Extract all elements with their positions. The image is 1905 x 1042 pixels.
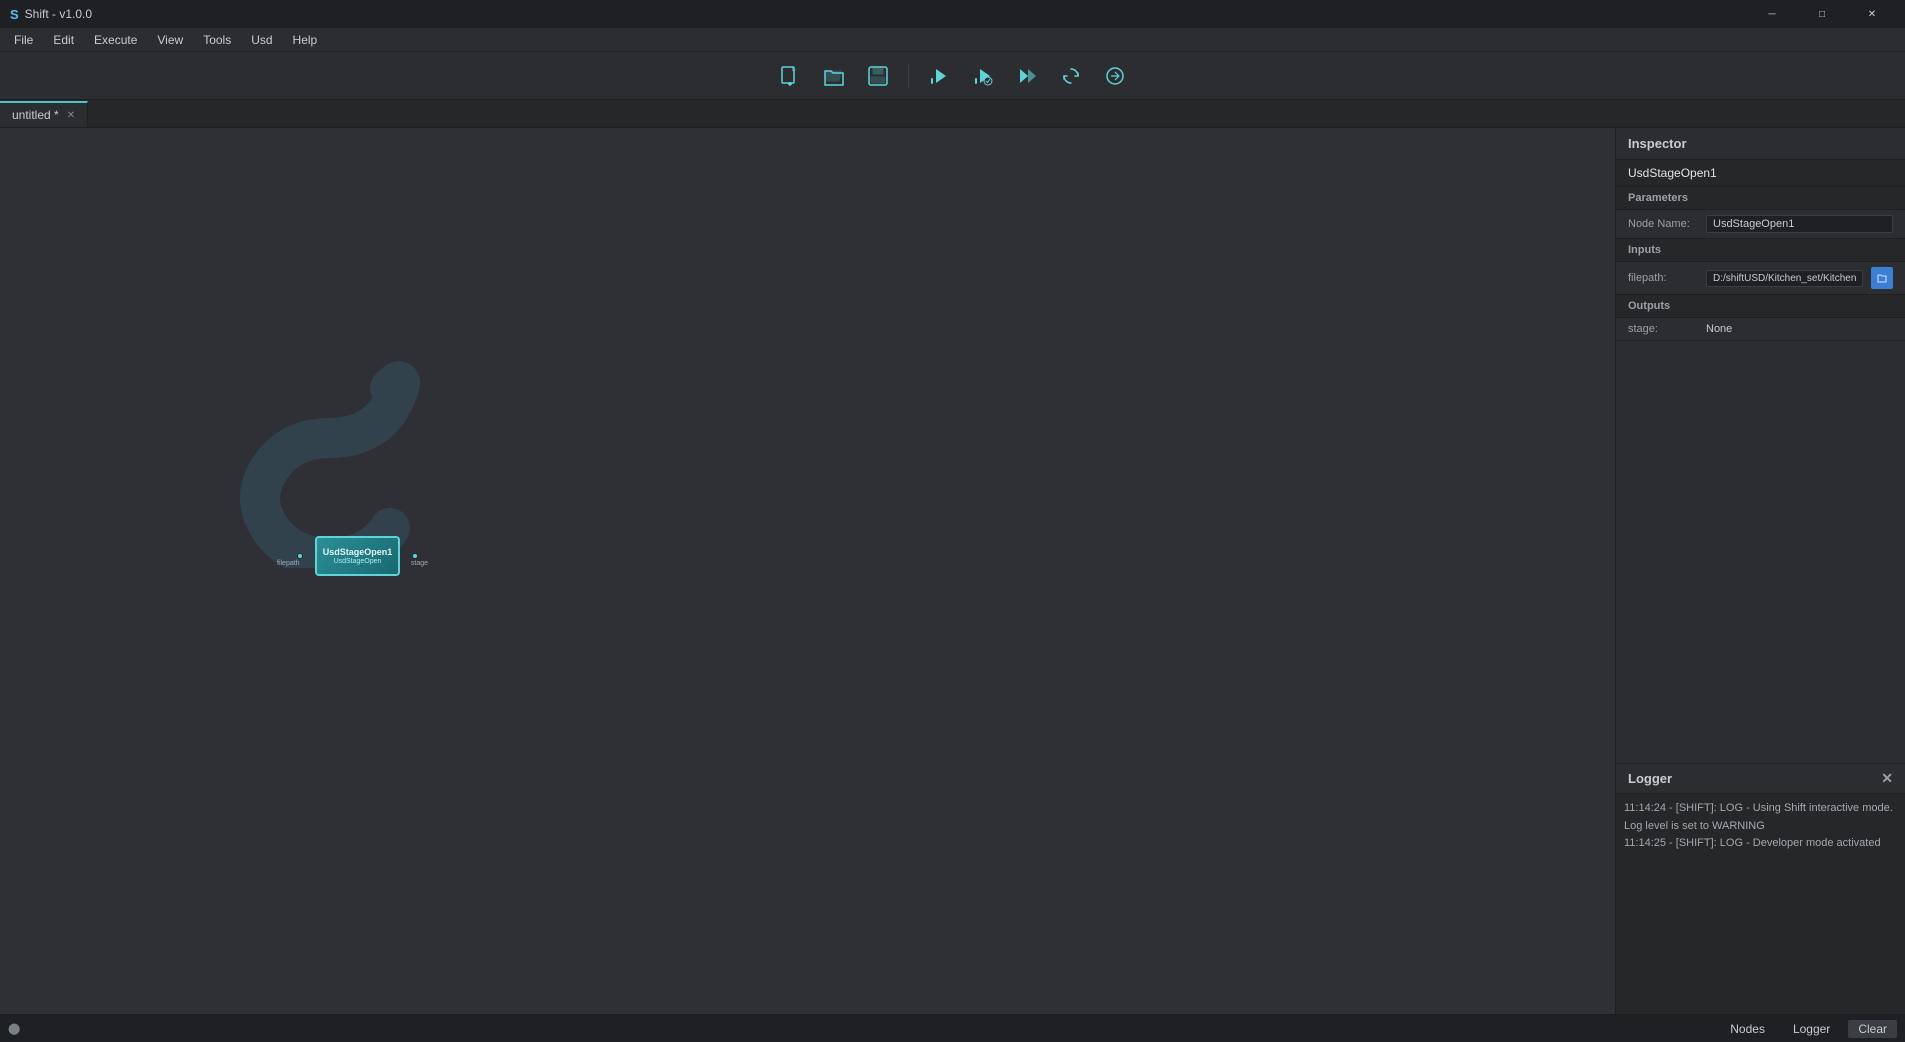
node-subtitle: UsdStageOpen [334, 558, 382, 565]
menu-view[interactable]: View [147, 31, 193, 49]
param-filepath-row: filepath: [1616, 262, 1905, 295]
bottom-bar: ⬤ Nodes Logger Clear [0, 1014, 1905, 1042]
inspector-header: Inspector [1616, 128, 1905, 160]
maximize-button[interactable]: □ [1799, 0, 1845, 28]
logger-header: Logger ✕ [1616, 764, 1905, 794]
param-stage-label: stage: [1628, 323, 1698, 335]
port-dot-right [412, 553, 418, 559]
bottom-right: Nodes Logger Clear [1720, 1020, 1897, 1038]
log-message-2: 11:14:25 - [SHIFT]: LOG - Developer mode… [1624, 835, 1897, 853]
title-text: Shift - v1.0.0 [25, 7, 92, 21]
logger-close-button[interactable]: ✕ [1881, 770, 1893, 787]
param-node-name-label: Node Name: [1628, 218, 1698, 230]
title-bar: S Shift - v1.0.0 ─ □ ✕ [0, 0, 1905, 28]
logger-tab[interactable]: Logger [1783, 1020, 1840, 1038]
bottom-left: ⬤ [8, 1022, 52, 1035]
execute-button[interactable] [921, 58, 957, 94]
port-dot-left [297, 553, 303, 559]
param-node-name-row: Node Name: [1616, 210, 1905, 239]
outputs-section-header: Outputs [1616, 295, 1905, 318]
title-bar-left: S Shift - v1.0.0 [10, 7, 92, 22]
logger-title: Logger [1628, 771, 1672, 786]
menu-bar: File Edit Execute View Tools Usd Help [0, 28, 1905, 52]
logger: Logger ✕ 11:14:24 - [SHIFT]: LOG - Using… [1616, 764, 1905, 1014]
parameters-section-header: Parameters [1616, 187, 1905, 210]
toolbar [0, 52, 1905, 100]
new-file-button[interactable] [772, 58, 808, 94]
node-usdstageopen1[interactable]: filepath UsdStageOpen1 UsdStageOpen stag… [315, 536, 400, 576]
menu-execute[interactable]: Execute [84, 31, 147, 49]
clear-button[interactable]: Clear [1848, 1020, 1897, 1038]
sync-button[interactable] [1097, 58, 1133, 94]
close-button[interactable]: ✕ [1849, 0, 1895, 28]
execute-all-button[interactable] [1009, 58, 1045, 94]
tab-bar: untitled * ✕ [0, 100, 1905, 128]
filepath-browse-button[interactable] [1871, 267, 1893, 289]
menu-edit[interactable]: Edit [43, 31, 84, 49]
right-panel: Inspector UsdStageOpen1 Parameters Node … [1615, 128, 1905, 1014]
minimize-button[interactable]: ─ [1749, 0, 1795, 28]
log-message-1: 11:14:24 - [SHIFT]: LOG - Using Shift in… [1624, 800, 1897, 835]
inspector: Inspector UsdStageOpen1 Parameters Node … [1616, 128, 1905, 764]
refresh-button[interactable] [1053, 58, 1089, 94]
status-item-1: ⬤ [8, 1022, 20, 1035]
port-left [297, 553, 303, 559]
open-file-button[interactable] [816, 58, 852, 94]
menu-help[interactable]: Help [283, 31, 328, 49]
port-right [412, 553, 418, 559]
window-controls[interactable]: ─ □ ✕ [1749, 0, 1895, 28]
main-layout: filepath UsdStageOpen1 UsdStageOpen stag… [0, 128, 1905, 1014]
inputs-section-header: Inputs [1616, 239, 1905, 262]
tab-label: untitled * [12, 108, 59, 122]
logger-content: 11:14:24 - [SHIFT]: LOG - Using Shift in… [1616, 794, 1905, 1014]
menu-file[interactable]: File [4, 31, 43, 49]
tab-untitled[interactable]: untitled * ✕ [0, 101, 88, 127]
nodes-tab[interactable]: Nodes [1720, 1020, 1775, 1038]
execute-selected-button[interactable] [965, 58, 1001, 94]
toolbar-separator-1 [908, 64, 909, 88]
param-node-name-input[interactable] [1706, 215, 1893, 233]
inspector-node-name: UsdStageOpen1 [1616, 160, 1905, 187]
canvas-area[interactable]: filepath UsdStageOpen1 UsdStageOpen stag… [0, 128, 1615, 1014]
node-body[interactable]: UsdStageOpen1 UsdStageOpen [315, 536, 400, 576]
menu-usd[interactable]: Usd [241, 31, 282, 49]
node-title: UsdStageOpen1 [323, 547, 393, 558]
canvas-watermark [230, 348, 430, 568]
port-label-filepath: filepath [277, 560, 300, 567]
tab-close-button[interactable]: ✕ [67, 110, 75, 121]
app-icon: S [10, 7, 19, 22]
param-filepath-label: filepath: [1628, 272, 1698, 284]
save-file-button[interactable] [860, 58, 896, 94]
menu-tools[interactable]: Tools [193, 31, 241, 49]
param-stage-row: stage: None [1616, 318, 1905, 341]
param-stage-value: None [1706, 323, 1893, 335]
port-label-stage: stage [411, 560, 428, 567]
param-filepath-input[interactable] [1706, 270, 1863, 287]
